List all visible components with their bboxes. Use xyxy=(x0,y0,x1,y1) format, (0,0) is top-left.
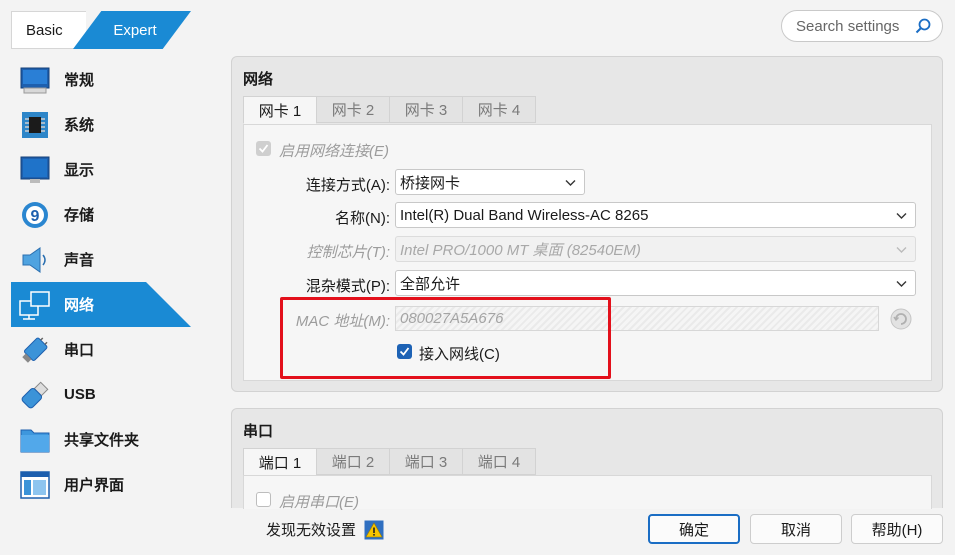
network-icon xyxy=(19,289,51,321)
warning-icon[interactable] xyxy=(364,520,384,540)
adapter-type-value: Intel PRO/1000 MT 桌面 (82540EM) xyxy=(400,241,641,259)
chevron-down-icon xyxy=(896,213,907,219)
invalid-settings-label: 发现无效设置 xyxy=(266,522,357,539)
enable-network-checkbox[interactable] xyxy=(256,141,271,156)
sidebar-item-label: 网络 xyxy=(64,297,95,314)
svg-text:9: 9 xyxy=(31,208,40,225)
cancel-button[interactable]: 取消 xyxy=(750,514,842,544)
audio-icon xyxy=(19,244,51,276)
enable-serial-checkbox[interactable] xyxy=(256,492,271,507)
promiscuous-mode-label: 混杂模式(P): xyxy=(305,278,390,295)
settings-sidebar: 常规 系统 显示 9 存储 声音 网络 串口 USB 共享文件夹 用户界面 xyxy=(11,57,191,507)
refresh-icon xyxy=(890,308,912,330)
search-input[interactable] xyxy=(796,17,914,35)
network-section-title: 网络 xyxy=(243,71,274,88)
chevron-down-icon xyxy=(896,247,907,253)
general-icon xyxy=(19,64,51,96)
sidebar-item-general[interactable]: 常规 xyxy=(11,57,191,102)
search-icon[interactable] xyxy=(914,17,932,35)
attached-to-value: 桥接网卡 xyxy=(400,174,461,192)
sidebar-item-label: 串口 xyxy=(64,342,95,359)
highlight-box xyxy=(280,297,611,379)
name-label: 名称(N): xyxy=(335,210,390,227)
adapter-type-select[interactable]: Intel PRO/1000 MT 桌面 (82540EM) xyxy=(395,236,916,262)
sidebar-item-label: 存储 xyxy=(64,207,95,224)
sidebar-item-label: 显示 xyxy=(64,162,95,179)
tab-port-4[interactable]: 端口 4 xyxy=(462,448,536,475)
shared-folder-icon xyxy=(19,424,51,456)
user-interface-icon xyxy=(19,469,51,501)
name-select[interactable]: Intel(R) Dual Band Wireless-AC 8265 xyxy=(395,202,916,228)
sidebar-item-user-interface[interactable]: 用户界面 xyxy=(11,462,191,507)
attached-to-select[interactable]: 桥接网卡 xyxy=(395,169,585,195)
sidebar-item-label: 声音 xyxy=(64,252,95,269)
tab-port-3[interactable]: 端口 3 xyxy=(389,448,463,475)
system-icon xyxy=(19,109,51,141)
help-button[interactable]: 帮助(H) xyxy=(851,514,943,544)
enable-network-label: 启用网络连接(E) xyxy=(279,143,389,160)
sidebar-item-label: USB xyxy=(64,386,96,403)
promiscuous-mode-value: 全部允许 xyxy=(400,275,461,293)
sidebar-item-usb[interactable]: USB xyxy=(11,372,191,417)
tab-adapter-1[interactable]: 网卡 1 xyxy=(243,96,317,124)
basic-mode-button[interactable]: Basic xyxy=(11,11,86,49)
sidebar-item-shared-folders[interactable]: 共享文件夹 xyxy=(11,417,191,462)
serial-icon xyxy=(19,334,51,366)
sidebar-item-network[interactable]: 网络 xyxy=(11,282,191,327)
tab-adapter-3[interactable]: 网卡 3 xyxy=(389,96,463,123)
mode-toggle: Basic Expert xyxy=(11,11,191,49)
sidebar-item-display[interactable]: 显示 xyxy=(11,147,191,192)
sidebar-item-label: 系统 xyxy=(64,117,95,134)
storage-icon: 9 xyxy=(19,199,51,231)
refresh-mac-button[interactable] xyxy=(889,307,913,331)
search-box[interactable] xyxy=(781,10,943,42)
sidebar-item-audio[interactable]: 声音 xyxy=(11,237,191,282)
sidebar-item-storage[interactable]: 9 存储 xyxy=(11,192,191,237)
sidebar-item-label: 常规 xyxy=(64,72,95,89)
tab-adapter-4[interactable]: 网卡 4 xyxy=(462,96,536,123)
ok-button[interactable]: 确定 xyxy=(648,514,740,544)
sidebar-item-label: 共享文件夹 xyxy=(64,432,140,449)
tab-adapter-2[interactable]: 网卡 2 xyxy=(316,96,390,123)
name-value: Intel(R) Dual Band Wireless-AC 8265 xyxy=(400,206,649,224)
expert-mode-button[interactable]: Expert xyxy=(73,11,191,49)
enable-serial-label: 启用串口(E) xyxy=(279,494,359,511)
usb-icon xyxy=(19,379,51,411)
sidebar-item-label: 用户界面 xyxy=(64,477,125,494)
tab-port-1[interactable]: 端口 1 xyxy=(243,448,317,476)
sidebar-item-system[interactable]: 系统 xyxy=(11,102,191,147)
invalid-settings-notice: 发现无效设置 xyxy=(266,519,384,540)
serial-port-tabs: 端口 1 端口 2 端口 3 端口 4 xyxy=(243,448,536,476)
adapter-type-label: 控制芯片(T): xyxy=(306,244,390,261)
attached-to-label: 连接方式(A): xyxy=(305,177,390,194)
serial-section-title: 串口 xyxy=(243,423,274,440)
check-icon xyxy=(258,144,269,153)
adapter-tabs: 网卡 1 网卡 2 网卡 3 网卡 4 xyxy=(243,96,536,124)
display-icon xyxy=(19,154,51,186)
promiscuous-mode-select[interactable]: 全部允许 xyxy=(395,270,916,296)
sidebar-item-serial[interactable]: 串口 xyxy=(11,327,191,372)
tab-port-2[interactable]: 端口 2 xyxy=(316,448,390,475)
chevron-down-icon xyxy=(896,281,907,287)
chevron-down-icon xyxy=(565,180,576,186)
